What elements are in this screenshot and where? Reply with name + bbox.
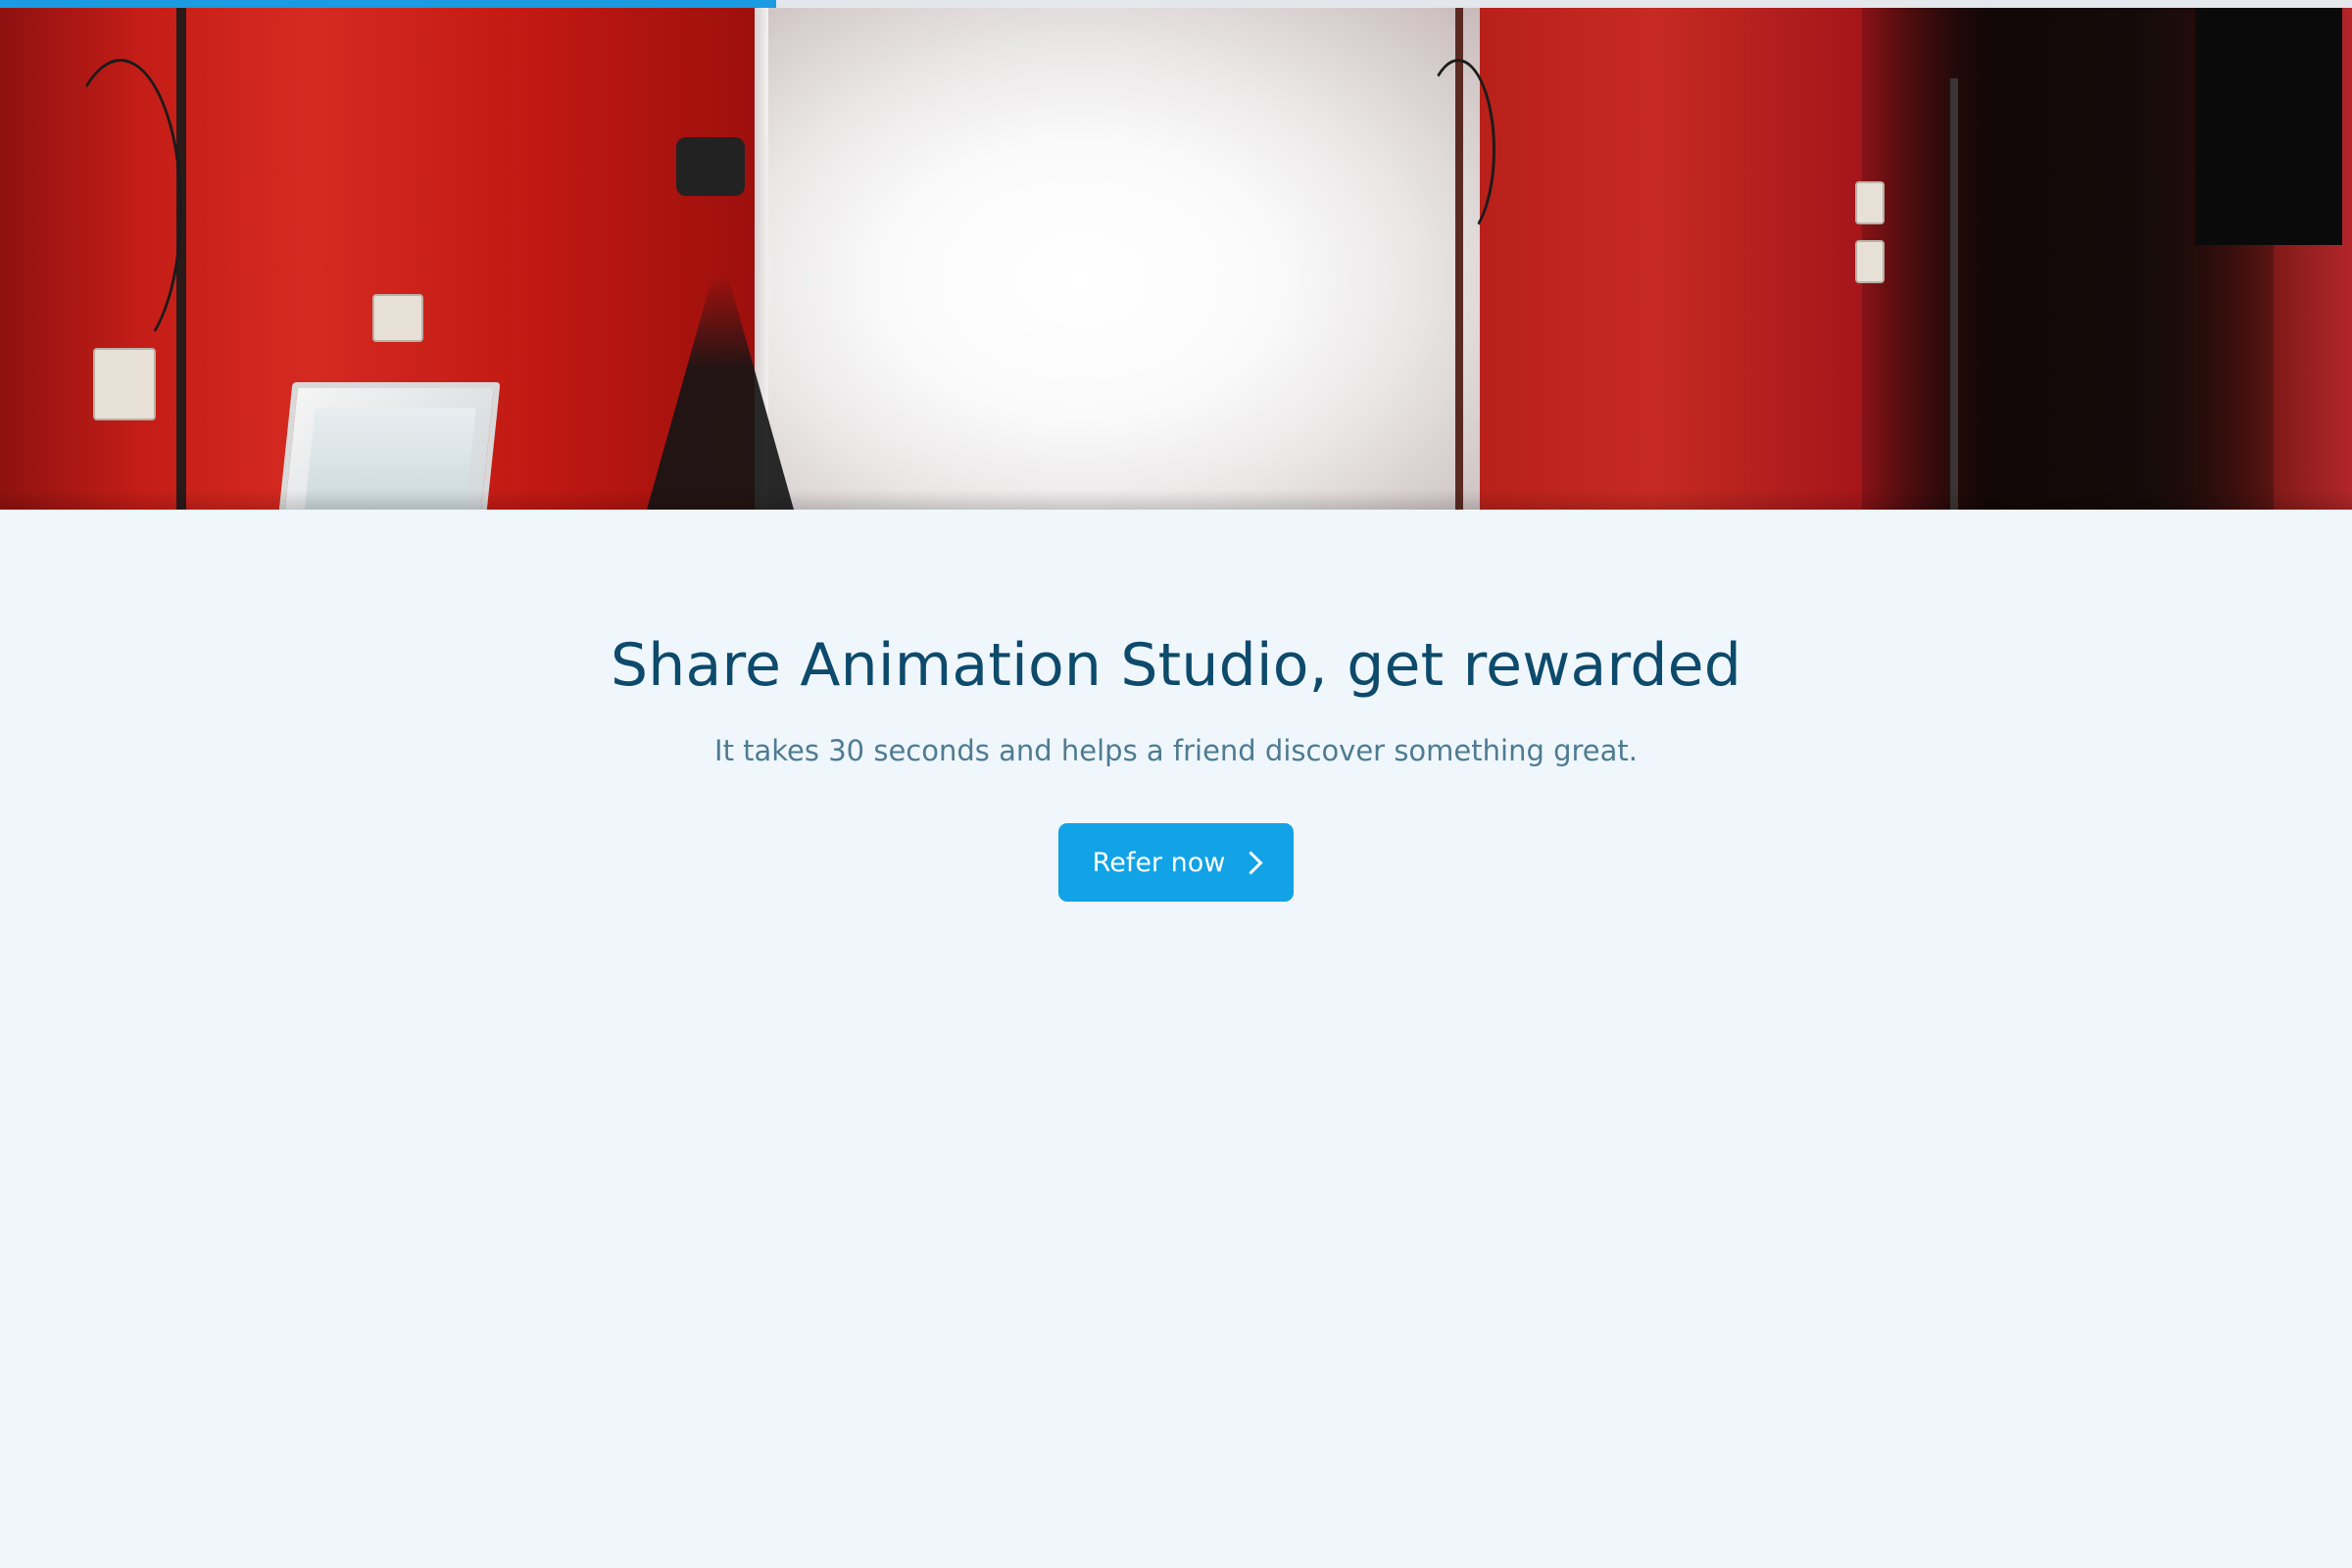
- hero-image: [0, 0, 2352, 510]
- hero-wall-outlet: [1855, 240, 1885, 283]
- refer-now-button[interactable]: Refer now: [1058, 823, 1294, 902]
- refer-now-button-label: Refer now: [1092, 847, 1226, 878]
- referral-page: Share Animation Studio, get rewarded It …: [0, 0, 2352, 1568]
- hero-backdrop: [755, 0, 1480, 510]
- hero-dark-poster: [2195, 0, 2342, 245]
- hero-wall-outlet: [1855, 181, 1885, 224]
- progress-bar: [0, 0, 2352, 8]
- hero-cable: [1421, 59, 1495, 241]
- hero-wall-outlet: [93, 348, 156, 420]
- progress-bar-fill: [0, 0, 776, 8]
- page-subtitle: It takes 30 seconds and helps a friend d…: [714, 734, 1638, 767]
- hero-wall-outlet: [372, 294, 423, 342]
- hero-light-stand: [1950, 78, 1958, 510]
- page-title: Share Animation Studio, get rewarded: [610, 631, 1742, 700]
- chevron-right-icon: [1239, 850, 1263, 875]
- hero-floor-shadow: [0, 490, 2352, 510]
- hero-cable: [59, 59, 182, 359]
- hero-camera: [676, 137, 745, 196]
